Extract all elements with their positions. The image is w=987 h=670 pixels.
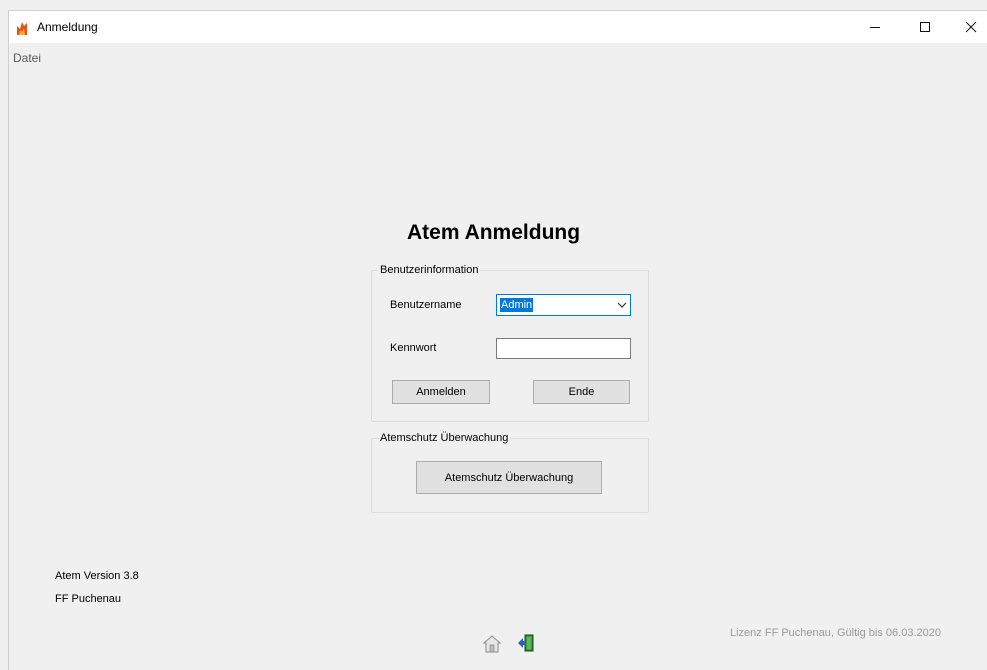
user-info-legend: Benutzerinformation (378, 264, 481, 276)
menu-bar: Datei (9, 43, 987, 65)
window-title: Anmeldung (37, 20, 98, 34)
monitoring-legend: Atemschutz Überwachung (378, 432, 511, 444)
password-field[interactable] (496, 338, 631, 359)
flame-app-icon (17, 22, 27, 35)
login-window: Anmeldung Datei Atem Anmeldung Benutzeri… (8, 10, 987, 670)
home-icon[interactable] (482, 634, 502, 654)
menu-item-datei[interactable]: Datei (13, 51, 41, 65)
title-bar[interactable]: Anmeldung (9, 11, 987, 43)
minimize-button[interactable] (852, 11, 898, 43)
monitoring-button[interactable]: Atemschutz Überwachung (416, 461, 602, 494)
organization-text: FF Puchenau (55, 593, 122, 605)
maximize-icon (920, 22, 930, 32)
minimize-icon (870, 27, 880, 28)
username-selected-value: Admin (500, 298, 534, 312)
username-select[interactable]: Admin (496, 294, 631, 316)
password-label: Kennwort (390, 342, 437, 354)
maximize-button[interactable] (902, 11, 948, 43)
login-button[interactable]: Anmelden (392, 380, 490, 404)
page-title: Atem Anmeldung (407, 221, 581, 244)
close-icon (965, 21, 977, 33)
version-text: Atem Version 3.8 (55, 570, 139, 582)
username-label: Benutzername (390, 299, 462, 311)
close-button[interactable] (948, 11, 987, 43)
chevron-down-icon (617, 302, 627, 308)
license-text: Lizenz FF Puchenau, Gültig bis 06.03.202… (730, 627, 941, 639)
exit-button[interactable]: Ende (533, 380, 630, 404)
exit-door-icon[interactable] (516, 633, 536, 653)
